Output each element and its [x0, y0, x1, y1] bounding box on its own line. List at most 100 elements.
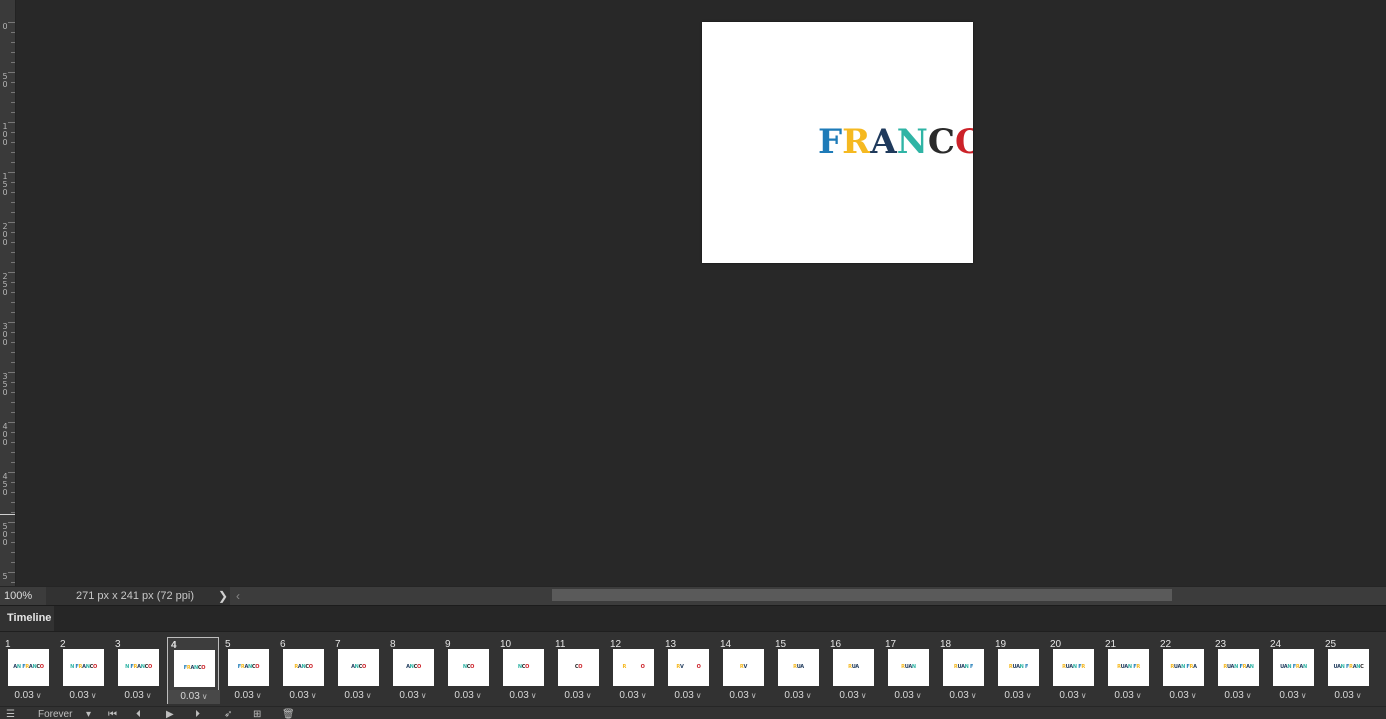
first-frame-icon[interactable]: ⏮ [108, 708, 117, 719]
frame-thumbnail[interactable]: RUAN [888, 649, 929, 686]
frame-delay-select[interactable]: 0.03 ∨ [937, 689, 989, 703]
horizontal-scrollbar[interactable] [248, 587, 1386, 605]
frame-2[interactable]: 2N FRANCO 0.03 ∨ [57, 637, 109, 704]
duplicate-frame-icon[interactable]: ⊞ [253, 708, 261, 719]
previous-frame-icon[interactable]: ⏴ [136, 708, 141, 719]
frame-8[interactable]: 8 ANCO 0.03 ∨ [387, 637, 439, 704]
horizontal-scrollbar-thumb[interactable] [552, 589, 1172, 601]
frame-delay-select[interactable]: 0.03 ∨ [827, 689, 879, 703]
frame-delay-select[interactable]: 0.03 ∨ [57, 689, 109, 703]
frame-22[interactable]: 22 RUAN FRA 0.03 ∨ [1157, 637, 1209, 704]
frame-3[interactable]: 3N FRANCO 0.03 ∨ [112, 637, 164, 704]
frame-delay-select[interactable]: 0.03 ∨ [168, 690, 220, 704]
tab-timeline[interactable]: Timeline [0, 606, 54, 632]
frame-delay-select[interactable]: 0.03 ∨ [607, 689, 659, 703]
chevron-down-icon: ∨ [860, 691, 867, 700]
document-canvas[interactable]: FRANCO [702, 22, 973, 263]
frame-thumbnail[interactable]: FRANCO [228, 649, 269, 686]
ruler-tick [11, 382, 15, 383]
ruler-label: 4 0 0 [2, 422, 8, 447]
frame-delay-select[interactable]: 0.03 ∨ [2, 689, 54, 703]
frame-delay-select[interactable]: 0.03 ∨ [1157, 689, 1209, 703]
frame-delay-select[interactable]: 0.03 ∨ [662, 689, 714, 703]
frame-23[interactable]: 23 RUAN FRAN 0.03 ∨ [1212, 637, 1264, 704]
frame-14[interactable]: 14 RV 0.03 ∨ [717, 637, 769, 704]
frame-thumbnail[interactable]: AN FRANCO [8, 649, 49, 686]
frame-thumbnail[interactable]: RV O [668, 649, 709, 686]
frame-5[interactable]: 5 FRANCO 0.03 ∨ [222, 637, 274, 704]
ruler-tick [8, 22, 15, 23]
frame-thumbnail[interactable]: RUAN FR [1053, 649, 1094, 686]
loop-select[interactable]: Forever [38, 708, 72, 719]
frame-thumbnail[interactable]: CO [558, 649, 599, 686]
frame-thumbnail[interactable]: RUAN FRAN [1218, 649, 1259, 686]
play-icon[interactable]: ▶ [166, 708, 174, 719]
frame-thumbnail[interactable]: ANCO [338, 649, 379, 686]
chevron-down-icon: ∨ [255, 691, 262, 700]
frame-thumbnail[interactable]: RUAN F [998, 649, 1039, 686]
frame-delay-value: 0.03 [234, 690, 254, 701]
frame-4[interactable]: 4 FRANCO 0.03 ∨ [167, 637, 220, 704]
scroll-left-icon[interactable]: ‹ [236, 587, 240, 605]
frame-10[interactable]: 10 NCO 0.03 ∨ [497, 637, 549, 704]
frame-18[interactable]: 18 RUAN F 0.03 ∨ [937, 637, 989, 704]
frame-thumbnail[interactable]: N FRANCO [63, 649, 104, 686]
frame-delay-select[interactable]: 0.03 ∨ [1267, 689, 1319, 703]
frame-delay-select[interactable]: 0.03 ∨ [992, 689, 1044, 703]
frame-delay-select[interactable]: 0.03 ∨ [1047, 689, 1099, 703]
tween-icon[interactable]: ➶ [224, 708, 232, 719]
frame-thumbnail[interactable]: FRANCO [174, 650, 215, 687]
frame-thumbnail[interactable]: R O [613, 649, 654, 686]
canvas-workspace[interactable]: FRANCO [16, 0, 1386, 586]
zoom-field[interactable]: 100% [4, 587, 46, 605]
frame-20[interactable]: 20 RUAN FR 0.03 ∨ [1047, 637, 1099, 704]
chevron-down-icon: ∨ [1025, 691, 1032, 700]
frame-1[interactable]: 1 AN FRANCO 0.03 ∨ [2, 637, 54, 704]
frame-6[interactable]: 6 RANCO 0.03 ∨ [277, 637, 329, 704]
frame-thumbnail[interactable]: RANCO [283, 649, 324, 686]
frame-16[interactable]: 16 RUA 0.03 ∨ [827, 637, 879, 704]
next-frame-icon[interactable]: ⏵ [195, 708, 200, 719]
frame-15[interactable]: 15 RUA 0.03 ∨ [772, 637, 824, 704]
frame-delay-select[interactable]: 0.03 ∨ [112, 689, 164, 703]
frame-thumbnail[interactable]: NCO [448, 649, 489, 686]
frame-thumbnail[interactable]: NCO [503, 649, 544, 686]
info-menu-arrow-icon[interactable]: ❯ [218, 587, 228, 605]
frame-delay-select[interactable]: 0.03 ∨ [772, 689, 824, 703]
frame-delay-select[interactable]: 0.03 ∨ [1322, 689, 1374, 703]
frame-thumbnail[interactable]: UAN FRAN [1273, 649, 1314, 686]
frame-7[interactable]: 7 ANCO 0.03 ∨ [332, 637, 384, 704]
frame-13[interactable]: 13 RV O 0.03 ∨ [662, 637, 714, 704]
frame-thumbnail[interactable]: RUAN FR [1108, 649, 1149, 686]
frame-9[interactable]: 9 NCO 0.03 ∨ [442, 637, 494, 704]
frame-12[interactable]: 12 R O 0.03 ∨ [607, 637, 659, 704]
frame-19[interactable]: 19 RUAN F 0.03 ∨ [992, 637, 1044, 704]
frame-17[interactable]: 17 RUAN 0.03 ∨ [882, 637, 934, 704]
frame-11[interactable]: 11 CO 0.03 ∨ [552, 637, 604, 704]
delete-frame-icon[interactable]: 🗑 [282, 708, 295, 719]
frame-delay-select[interactable]: 0.03 ∨ [497, 689, 549, 703]
frame-thumbnail[interactable]: RV [723, 649, 764, 686]
frame-delay-select[interactable]: 0.03 ∨ [552, 689, 604, 703]
frame-thumbnail[interactable]: RUAN F [943, 649, 984, 686]
frame-25[interactable]: 25 UAN FRANC 0.03 ∨ [1322, 637, 1374, 704]
panel-menu-icon[interactable]: ☰ [6, 708, 15, 719]
frame-delay-select[interactable]: 0.03 ∨ [1102, 689, 1154, 703]
frame-thumbnail[interactable]: UAN FRANC [1328, 649, 1369, 686]
frame-delay-select[interactable]: 0.03 ∨ [442, 689, 494, 703]
frame-delay-select[interactable]: 0.03 ∨ [222, 689, 274, 703]
frame-delay-select[interactable]: 0.03 ∨ [332, 689, 384, 703]
frame-delay-select[interactable]: 0.03 ∨ [1212, 689, 1264, 703]
frame-delay-select[interactable]: 0.03 ∨ [277, 689, 329, 703]
frame-thumbnail[interactable]: RUA [778, 649, 819, 686]
frame-delay-select[interactable]: 0.03 ∨ [717, 689, 769, 703]
frame-thumbnail[interactable]: ANCO [393, 649, 434, 686]
frame-delay-select[interactable]: 0.03 ∨ [387, 689, 439, 703]
chevron-down-icon[interactable]: ▾ [86, 708, 91, 719]
frame-24[interactable]: 24 UAN FRAN 0.03 ∨ [1267, 637, 1319, 704]
frame-thumbnail[interactable]: N FRANCO [118, 649, 159, 686]
frame-delay-select[interactable]: 0.03 ∨ [882, 689, 934, 703]
frame-thumbnail[interactable]: RUA [833, 649, 874, 686]
frame-thumbnail[interactable]: RUAN FRA [1163, 649, 1204, 686]
frame-21[interactable]: 21 RUAN FR 0.03 ∨ [1102, 637, 1154, 704]
